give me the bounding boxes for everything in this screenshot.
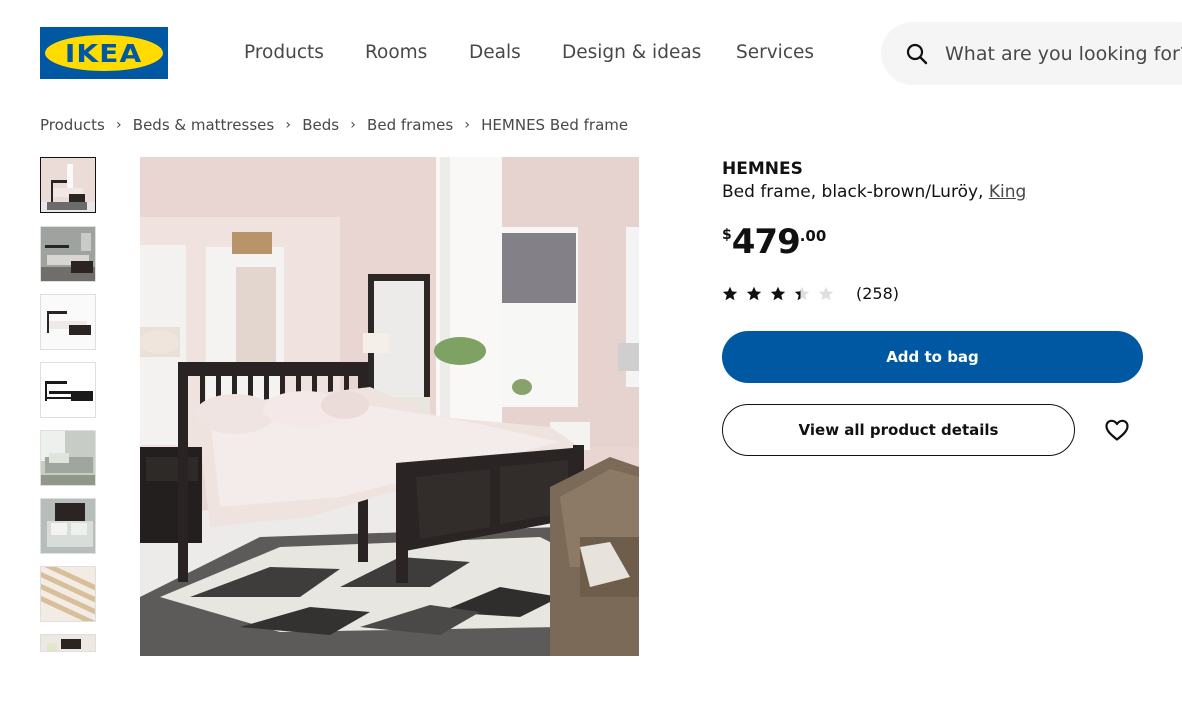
product-variant: Bed frame, black-brown/Luröy, xyxy=(722,182,989,202)
gallery-thumbnail[interactable] xyxy=(40,634,96,652)
logo-oval: IKEA xyxy=(45,35,163,71)
breadcrumb-current[interactable]: HEMNES Bed frame xyxy=(481,116,628,134)
breadcrumb-products[interactable]: Products xyxy=(40,116,105,134)
gallery-thumbnail[interactable] xyxy=(40,362,96,418)
search-icon[interactable] xyxy=(905,42,929,66)
nav-rooms[interactable]: Rooms xyxy=(365,42,427,63)
price-currency: $ xyxy=(722,227,732,243)
gallery-thumbnail[interactable] xyxy=(40,226,96,282)
nav-deals[interactable]: Deals xyxy=(469,42,521,63)
gallery-thumbnail[interactable] xyxy=(40,294,96,350)
product-main-image[interactable] xyxy=(140,157,639,656)
rating-stars xyxy=(722,286,842,302)
product-description: Bed frame, black-brown/Luröy, King xyxy=(722,182,1026,202)
star-icon xyxy=(770,286,786,300)
gallery-thumbnail[interactable] xyxy=(40,157,96,213)
product-rating[interactable]: (258) xyxy=(722,284,899,303)
breadcrumb-beds[interactable]: Beds xyxy=(302,116,339,134)
breadcrumb-bed-frames[interactable]: Bed frames xyxy=(367,116,453,134)
product-name: HEMNES xyxy=(722,159,803,179)
size-link[interactable]: King xyxy=(989,182,1026,202)
star-icon xyxy=(746,286,762,300)
chevron-right-icon: › xyxy=(115,117,122,133)
add-to-bag-button[interactable]: Add to bag xyxy=(722,331,1143,383)
star-icon xyxy=(818,286,834,300)
star-icon xyxy=(794,286,810,300)
chevron-right-icon: › xyxy=(464,117,470,133)
search-input[interactable] xyxy=(943,38,1182,70)
price-decimal: .00 xyxy=(799,227,827,245)
view-product-details-button[interactable]: View all product details xyxy=(722,404,1075,456)
nav-products[interactable]: Products xyxy=(244,42,324,63)
heart-icon[interactable] xyxy=(1096,409,1138,451)
review-count[interactable]: (258) xyxy=(856,284,899,303)
breadcrumb-beds-mattresses[interactable]: Beds & mattresses xyxy=(133,116,274,134)
gallery-thumbnail[interactable] xyxy=(40,498,96,554)
gallery-thumbnail[interactable] xyxy=(40,566,96,622)
star-icon xyxy=(722,286,738,300)
chevron-right-icon: › xyxy=(285,117,291,133)
breadcrumb: Products › Beds & mattresses › Beds › Be… xyxy=(40,116,628,134)
nav-services[interactable]: Services xyxy=(736,42,814,63)
search-bar[interactable] xyxy=(881,22,1182,85)
logo-text: IKEA xyxy=(65,38,143,68)
gallery-thumbnail[interactable] xyxy=(40,430,96,486)
chevron-right-icon: › xyxy=(350,117,356,133)
ikea-logo[interactable]: IKEA xyxy=(40,27,168,79)
nav-design-ideas[interactable]: Design & ideas xyxy=(562,42,701,63)
price-integer: 479 xyxy=(731,222,801,262)
product-price: $ 479 .00 xyxy=(722,222,826,262)
